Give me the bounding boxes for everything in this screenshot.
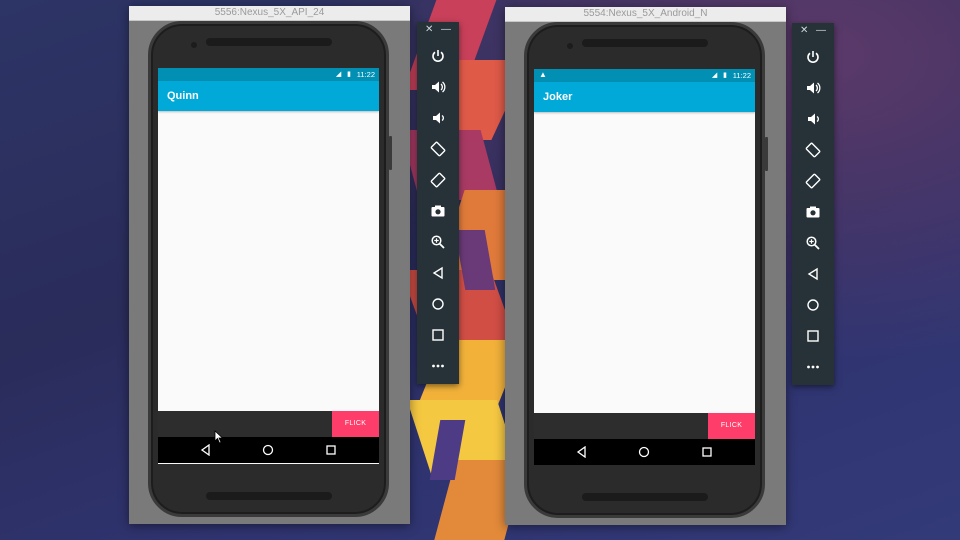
side-button — [765, 137, 768, 171]
back-icon[interactable] — [200, 444, 212, 456]
home-icon[interactable] — [417, 288, 459, 319]
emulator-toolbar-1: ✕ — — [417, 22, 459, 384]
overview-icon[interactable] — [792, 320, 834, 351]
bottom-strip: FLICK — [534, 413, 755, 439]
overview-icon[interactable] — [701, 446, 713, 458]
window-title[interactable]: 5556:Nexus_5X_API_24 — [129, 6, 410, 21]
flick-button[interactable]: FLICK — [708, 413, 755, 439]
flick-button[interactable]: FLICK — [332, 411, 379, 437]
back-icon[interactable] — [792, 258, 834, 289]
rotate-left-icon[interactable] — [792, 134, 834, 165]
status-bar: ◢ ▮ 11:22 — [158, 68, 379, 81]
home-icon[interactable] — [792, 289, 834, 320]
status-time: 11:22 — [732, 71, 751, 80]
volume-up-icon[interactable] — [417, 71, 459, 102]
speaker-grill — [205, 38, 332, 46]
rotate-right-icon[interactable] — [792, 165, 834, 196]
minimize-icon[interactable]: — — [816, 25, 826, 36]
nav-bar — [158, 437, 379, 463]
overview-icon[interactable] — [325, 444, 337, 456]
zoom-icon[interactable] — [417, 226, 459, 257]
camera-icon[interactable] — [417, 195, 459, 226]
emulator-toolbar-2: ✕ — — [792, 23, 834, 385]
rotate-right-icon[interactable] — [417, 164, 459, 195]
volume-up-icon[interactable] — [792, 72, 834, 103]
emulator-window-2: 5554:Nexus_5X_Android_N ▲ ◢ ▮ 11:22 Joke… — [505, 7, 786, 525]
camera-icon[interactable] — [792, 196, 834, 227]
nav-bar — [534, 439, 755, 465]
volume-down-icon[interactable] — [417, 102, 459, 133]
app-title: Quinn — [167, 90, 199, 102]
volume-down-icon[interactable] — [792, 103, 834, 134]
home-icon[interactable] — [638, 446, 650, 458]
status-bar: ▲ ◢ ▮ 11:22 — [534, 69, 755, 82]
status-icons: ◢ ▮ — [335, 71, 353, 78]
more-icon[interactable] — [417, 350, 459, 381]
power-icon[interactable] — [792, 41, 834, 72]
app-title: Joker — [543, 91, 573, 103]
mouse-cursor-icon — [214, 430, 224, 444]
power-icon[interactable] — [417, 40, 459, 71]
close-icon[interactable]: ✕ — [800, 25, 808, 36]
device-screen[interactable]: ◢ ▮ 11:22 Quinn FLICK — [158, 68, 379, 464]
front-camera — [567, 43, 573, 49]
front-camera — [191, 42, 197, 48]
status-time: 11:22 — [356, 70, 375, 79]
speaker-grill — [581, 39, 708, 47]
phone-frame: ▲ ◢ ▮ 11:22 Joker FLICK — [524, 22, 768, 518]
device-screen[interactable]: ▲ ◢ ▮ 11:22 Joker FLICK — [534, 69, 755, 465]
rotate-left-icon[interactable] — [417, 133, 459, 164]
bottom-speaker — [205, 492, 332, 500]
home-icon[interactable] — [262, 444, 274, 456]
close-icon[interactable]: ✕ — [425, 24, 433, 35]
phone-frame: ◢ ▮ 11:22 Quinn FLICK — [148, 21, 392, 517]
bottom-speaker — [581, 493, 708, 501]
bottom-strip: FLICK — [158, 411, 379, 437]
back-icon[interactable] — [576, 446, 588, 458]
more-icon[interactable] — [792, 351, 834, 382]
overview-icon[interactable] — [417, 319, 459, 350]
emulator-window-1: 5556:Nexus_5X_API_24 ◢ ▮ 11:22 Quinn FLI… — [129, 6, 410, 524]
back-icon[interactable] — [417, 257, 459, 288]
warning-icon: ▲ — [539, 70, 547, 79]
minimize-icon[interactable]: — — [441, 24, 451, 35]
app-bar: Joker — [534, 82, 755, 112]
app-bar: Quinn — [158, 81, 379, 111]
zoom-icon[interactable] — [792, 227, 834, 258]
side-button — [389, 136, 392, 170]
window-title[interactable]: 5554:Nexus_5X_Android_N — [505, 7, 786, 22]
status-icons: ◢ ▮ — [711, 72, 729, 79]
